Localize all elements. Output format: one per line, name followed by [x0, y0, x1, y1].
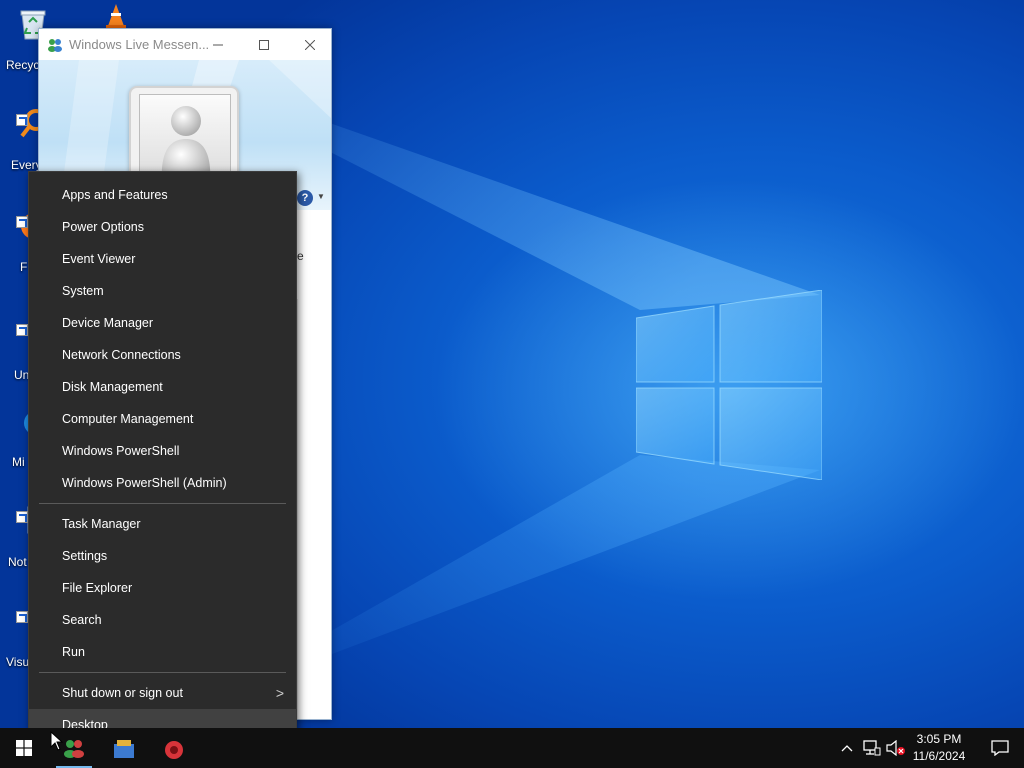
- menu-item-label: System: [62, 284, 104, 298]
- window-title: Windows Live Messen...: [69, 37, 209, 52]
- window-titlebar[interactable]: Windows Live Messen...: [39, 29, 331, 60]
- menu-item-windows-powershell[interactable]: Windows PowerShell: [29, 435, 296, 467]
- media-player-icon: [165, 741, 183, 759]
- shortcut-arrow-icon: [16, 324, 28, 336]
- menu-item-label: Task Manager: [62, 517, 141, 531]
- messenger-buddy-icon: [64, 740, 84, 758]
- menu-item-shut-down-or-sign-out[interactable]: Shut down or sign out >: [29, 677, 296, 709]
- maximize-icon: [259, 39, 269, 50]
- side-panel: [297, 299, 333, 719]
- start-button[interactable]: [0, 728, 48, 768]
- windows-logo-wallpaper: [636, 290, 822, 480]
- chevron-right-icon: >: [275, 685, 284, 701]
- action-center-button[interactable]: [976, 728, 1024, 768]
- menu-item-label: Computer Management: [62, 412, 194, 426]
- menu-item-search[interactable]: Search: [29, 604, 296, 636]
- menu-item-system[interactable]: System: [29, 275, 296, 307]
- menu-item-label: Power Options: [62, 220, 144, 234]
- system-clock[interactable]: 3:05 PM 11/6/2024: [905, 731, 973, 765]
- menu-item-file-explorer[interactable]: File Explorer: [29, 572, 296, 604]
- network-tray-button[interactable]: [860, 728, 884, 768]
- volume-muted-icon: [886, 740, 905, 756]
- menu-item-device-manager[interactable]: Device Manager: [29, 307, 296, 339]
- menu-item-disk-management[interactable]: Disk Management: [29, 371, 296, 403]
- menu-separator: [39, 672, 286, 673]
- menu-item-run[interactable]: Run: [29, 636, 296, 668]
- taskbar-app-media[interactable]: [150, 728, 198, 768]
- taskbar[interactable]: 3:05 PM 11/6/2024: [0, 728, 1024, 768]
- menu-item-event-viewer[interactable]: Event Viewer: [29, 243, 296, 275]
- minimize-button[interactable]: [195, 29, 241, 60]
- menu-item-task-manager[interactable]: Task Manager: [29, 508, 296, 540]
- menu-item-apps-and-features[interactable]: Apps and Features: [29, 179, 296, 211]
- menu-item-label: File Explorer: [62, 581, 133, 595]
- vlc-cone-icon: [106, 4, 126, 28]
- menu-item-windows-powershell-admin[interactable]: Windows PowerShell (Admin): [29, 467, 296, 499]
- menu-item-label: Run: [62, 645, 85, 659]
- network-icon: [863, 740, 881, 756]
- menu-item-label: Apps and Features: [62, 188, 168, 202]
- shortcut-arrow-icon: [16, 511, 28, 523]
- menu-item-settings[interactable]: Settings: [29, 540, 296, 572]
- minimize-icon: [213, 44, 223, 45]
- menu-separator: [39, 503, 286, 504]
- help-icon[interactable]: ?: [297, 190, 313, 206]
- messenger-buddy-icon: [48, 38, 62, 52]
- clock-time: 3:05 PM: [916, 732, 962, 746]
- windows-start-icon: [16, 740, 32, 756]
- show-hidden-icons-button[interactable]: [836, 728, 858, 768]
- shortcut-arrow-icon: [16, 611, 28, 623]
- menu-item-label: Device Manager: [62, 316, 154, 330]
- menu-item-label: Settings: [62, 549, 108, 563]
- menu-item-label: Shut down or sign out: [62, 686, 183, 700]
- menu-item-label: Windows PowerShell: [62, 444, 180, 458]
- close-icon: [305, 39, 315, 50]
- winx-power-user-menu[interactable]: Apps and Features Power Options Event Vi…: [28, 171, 297, 749]
- menu-item-label: Search: [62, 613, 102, 627]
- maximize-button[interactable]: [241, 29, 287, 60]
- chevron-up-icon: [841, 745, 853, 752]
- chevron-down-icon[interactable]: ▼: [317, 192, 325, 201]
- shortcut-arrow-icon: [16, 216, 28, 228]
- shortcut-arrow-icon: [16, 114, 28, 126]
- clock-date: 11/6/2024: [912, 749, 966, 763]
- menu-item-network-connections[interactable]: Network Connections: [29, 339, 296, 371]
- menu-item-label: Windows PowerShell (Admin): [62, 476, 227, 490]
- menu-item-label: Event Viewer: [62, 252, 136, 266]
- app-icon: [114, 740, 134, 758]
- close-button[interactable]: [287, 29, 333, 60]
- menu-item-label: Disk Management: [62, 380, 163, 394]
- taskbar-app-pinned[interactable]: [100, 728, 148, 768]
- partial-label: e: [297, 249, 304, 263]
- mouse-pointer-icon: [50, 731, 64, 751]
- menu-item-power-options[interactable]: Power Options: [29, 211, 296, 243]
- menu-item-label: Network Connections: [62, 348, 181, 362]
- action-center-icon: [991, 740, 1009, 756]
- menu-item-computer-management[interactable]: Computer Management: [29, 403, 296, 435]
